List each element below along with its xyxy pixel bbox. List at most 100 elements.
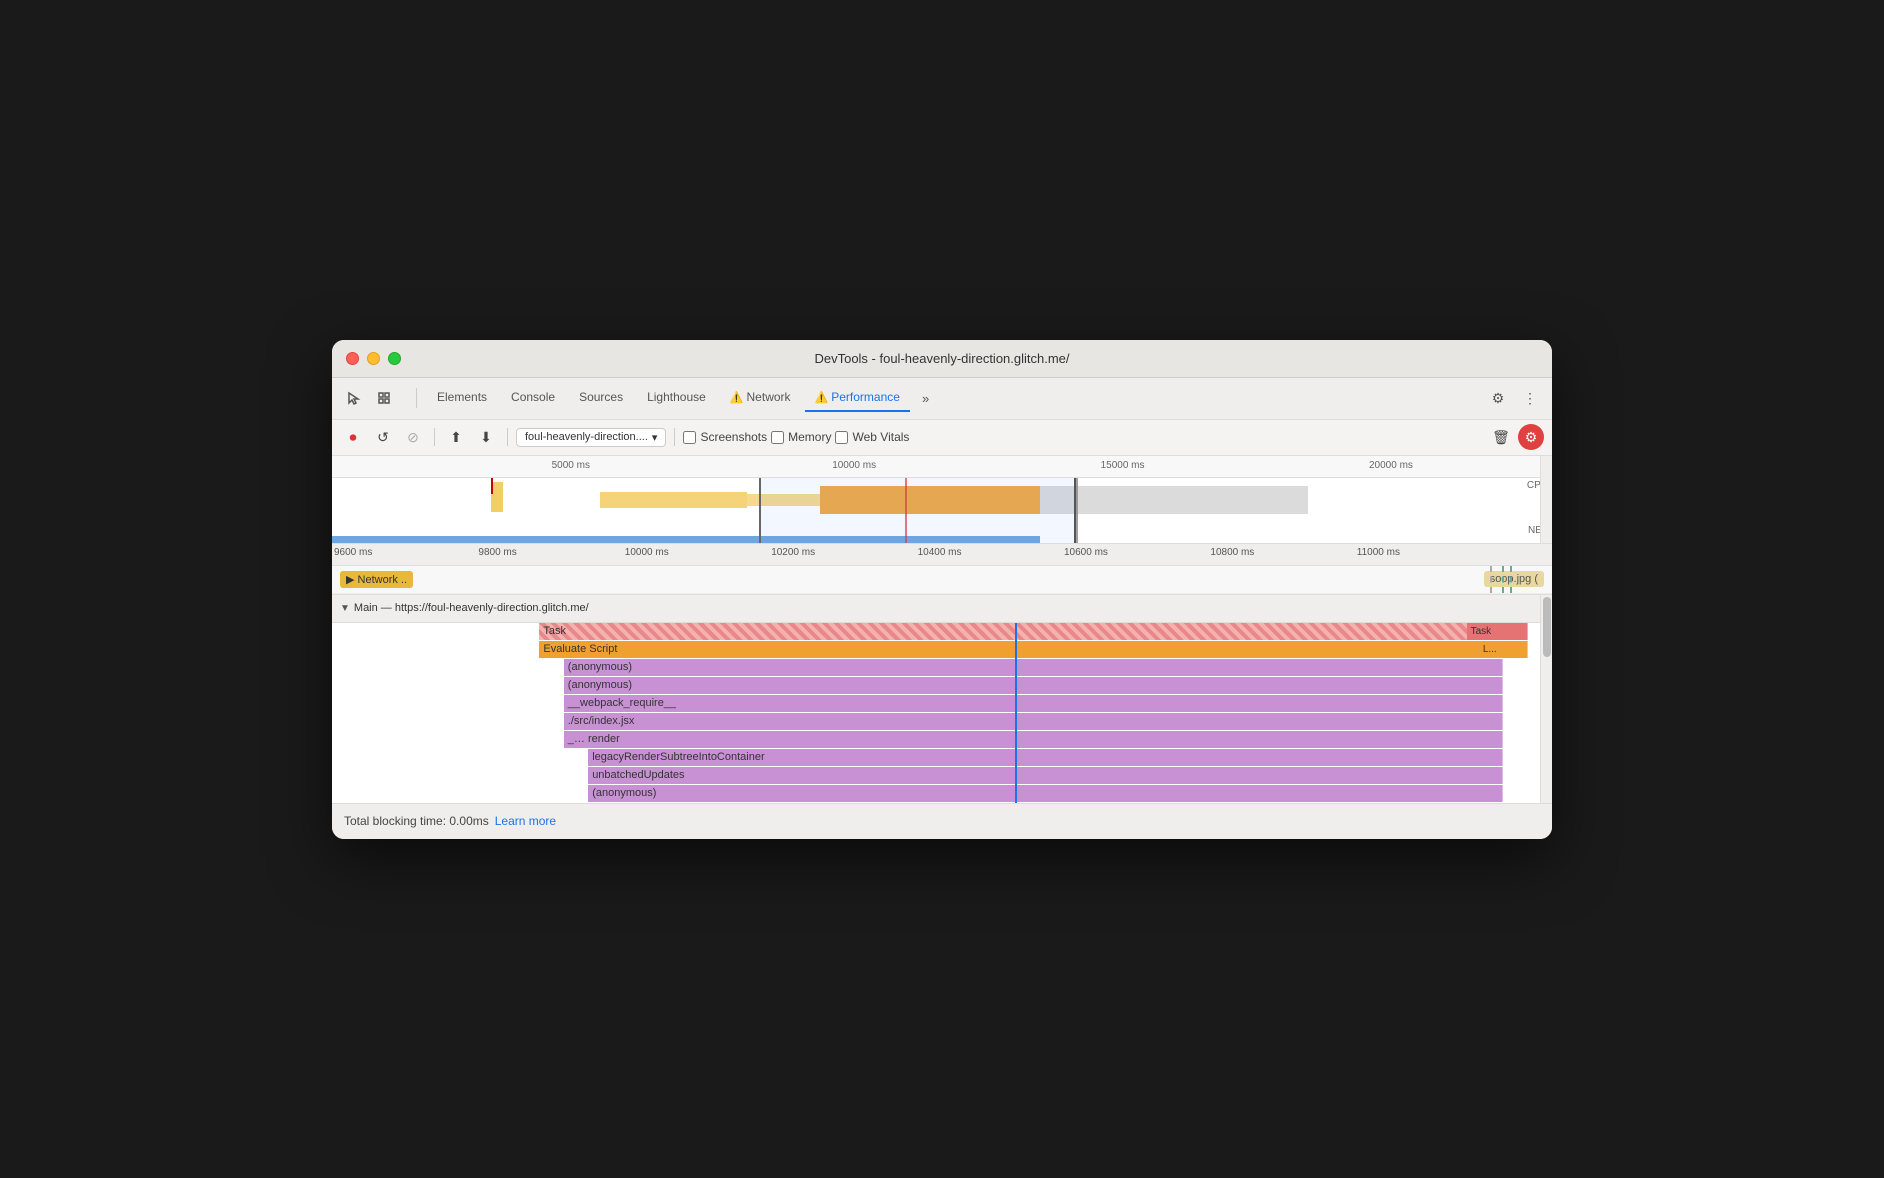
anonymous-row-3: (anonymous): [332, 785, 1552, 803]
reload-btn[interactable]: ↺: [370, 424, 396, 450]
maximize-button[interactable]: [388, 352, 401, 365]
web-vitals-checkbox[interactable]: [835, 431, 848, 444]
src-index-row: ./src/index.jsx: [332, 713, 1552, 731]
navbar: Elements Console Sources Lighthouse Netw…: [332, 378, 1552, 420]
ruler-10000: 10000 ms: [832, 460, 876, 471]
memory-label: Memory: [788, 430, 831, 444]
tab-network[interactable]: Network: [720, 384, 801, 412]
tab-console[interactable]: Console: [501, 384, 565, 412]
toolbar-divider-1: [434, 428, 435, 446]
task-row: Task Task: [332, 623, 1552, 641]
anonymous-bar-1[interactable]: (anonymous): [564, 659, 1503, 676]
cursor-icon-btn[interactable]: [340, 384, 368, 412]
tab-performance[interactable]: Performance: [805, 384, 910, 412]
d-ruler-10000: 10000 ms: [625, 547, 669, 558]
marker-blue: [1076, 478, 1078, 544]
d-ruler-10800: 10800 ms: [1210, 547, 1254, 558]
anonymous-row-1: (anonymous): [332, 659, 1552, 677]
ruler-15000: 15000 ms: [1101, 460, 1145, 471]
web-vitals-checkbox-group[interactable]: Web Vitals: [835, 430, 909, 444]
unbatched-updates-bar[interactable]: unbatchedUpdates: [588, 767, 1503, 784]
download-btn[interactable]: ⬇: [473, 424, 499, 450]
nav-icons: [340, 384, 398, 412]
anonymous-bar-2[interactable]: (anonymous): [564, 677, 1503, 694]
network-label-btn[interactable]: ▶ Network ..: [340, 571, 413, 588]
tab-sources[interactable]: Sources: [569, 384, 633, 412]
main-header-text: Main — https://foul-heavenly-direction.g…: [354, 602, 589, 614]
webpack-require-row: __webpack_require__: [332, 695, 1552, 713]
scrollbar-thumb[interactable]: [1543, 597, 1551, 657]
trash-btn[interactable]: 🗑: [1488, 424, 1514, 450]
memory-checkbox-group[interactable]: Memory: [771, 430, 831, 444]
legacy-render-row: legacyRenderSubtreeIntoContainer: [332, 749, 1552, 767]
minimize-button[interactable]: [367, 352, 380, 365]
main-scrollbar[interactable]: [1540, 595, 1552, 803]
devtools-window: DevTools - foul-heavenly-direction.glitc…: [332, 340, 1552, 839]
flame-chart: Task Task Evaluate Script L... (anonymou…: [332, 623, 1552, 803]
timeline-tracks[interactable]: CPU NET: [332, 478, 1552, 544]
toolbar-divider-2: [507, 428, 508, 446]
toolbar-divider-3: [674, 428, 675, 446]
unbatched-updates-row: unbatchedUpdates: [332, 767, 1552, 785]
record-btn[interactable]: ⏺: [340, 424, 366, 450]
cpu-activity-2: [600, 492, 746, 508]
memory-checkbox[interactable]: [771, 431, 784, 444]
d-ruler-9800: 9800 ms: [478, 547, 516, 558]
render-row: _… render: [332, 731, 1552, 749]
inspect-icon-btn[interactable]: [370, 384, 398, 412]
dropdown-arrow-icon: ▾: [652, 431, 658, 444]
screenshots-checkbox[interactable]: [683, 431, 696, 444]
screenshots-label: Screenshots: [700, 430, 767, 444]
web-vitals-label: Web Vitals: [852, 430, 909, 444]
window-title: DevTools - foul-heavenly-direction.glitc…: [814, 351, 1069, 366]
task-bar[interactable]: Task: [539, 623, 1527, 640]
main-content: ▼ Main — https://foul-heavenly-direction…: [332, 595, 1552, 803]
evaluate-script-bar-right[interactable]: L...: [1479, 641, 1528, 658]
d-ruler-10600: 10600 ms: [1064, 547, 1108, 558]
detail-ruler: 9600 ms 9800 ms 10000 ms 10200 ms 10400 …: [332, 544, 1552, 566]
render-bar[interactable]: _… render: [564, 731, 1503, 748]
marker-red-2: [905, 478, 907, 544]
more-options-btn[interactable]: ⋮: [1516, 384, 1544, 412]
more-tabs-button[interactable]: »: [914, 387, 937, 410]
stop-btn[interactable]: ⊘: [400, 424, 426, 450]
tab-lighthouse[interactable]: Lighthouse: [637, 384, 716, 412]
anonymous-bar-3[interactable]: (anonymous): [588, 785, 1503, 802]
overview-scrollbar[interactable]: [1540, 456, 1552, 544]
legacy-render-bar[interactable]: legacyRenderSubtreeIntoContainer: [588, 749, 1503, 766]
upload-btn[interactable]: ⬆: [443, 424, 469, 450]
dashed-line-3: [1510, 566, 1512, 593]
timeline-cursor: [1015, 623, 1017, 803]
traffic-lights: [346, 352, 401, 365]
d-ruler-9600: 9600 ms: [334, 547, 372, 558]
selection-region[interactable]: [759, 478, 1076, 544]
tab-elements[interactable]: Elements: [427, 384, 497, 412]
url-text: foul-heavenly-direction....: [525, 431, 648, 443]
nav-divider-1: [416, 388, 417, 408]
main-section-header: ▼ Main — https://foul-heavenly-direction…: [332, 595, 1552, 623]
task-bar-right[interactable]: Task: [1467, 623, 1528, 640]
learn-more-link[interactable]: Learn more: [495, 814, 556, 828]
status-bar: Total blocking time: 0.00ms Learn more: [332, 803, 1552, 839]
ruler-5000: 5000 ms: [552, 460, 590, 471]
d-ruler-11000: 11000 ms: [1357, 547, 1400, 558]
src-index-bar[interactable]: ./src/index.jsx: [564, 713, 1503, 730]
evaluate-script-bar[interactable]: Evaluate Script: [539, 641, 1503, 658]
d-ruler-10400: 10400 ms: [918, 547, 962, 558]
network-track: ▶ Network .. soop.jpg (: [332, 566, 1552, 594]
timeline-overview: 5000 ms 10000 ms 15000 ms 20000 ms CPU: [332, 456, 1552, 544]
screenshots-checkbox-group[interactable]: Screenshots: [683, 430, 767, 444]
timeline-detail: 9600 ms 9800 ms 10000 ms 10200 ms 10400 …: [332, 544, 1552, 595]
hatched-region: [1040, 486, 1308, 514]
marker-red-1: [491, 478, 493, 494]
anonymous-row-2: (anonymous): [332, 677, 1552, 695]
titlebar: DevTools - foul-heavenly-direction.glitc…: [332, 340, 1552, 378]
webpack-require-bar[interactable]: __webpack_require__: [564, 695, 1503, 712]
collapse-icon[interactable]: ▼: [340, 603, 350, 614]
url-selector[interactable]: foul-heavenly-direction.... ▾: [516, 428, 666, 447]
close-button[interactable]: [346, 352, 359, 365]
dashed-line-2: [1502, 566, 1504, 593]
settings-icon-btn[interactable]: ⚙: [1484, 384, 1512, 412]
settings-gear-btn[interactable]: ⚙: [1518, 424, 1544, 450]
blocking-time-text: Total blocking time: 0.00ms: [344, 814, 489, 828]
